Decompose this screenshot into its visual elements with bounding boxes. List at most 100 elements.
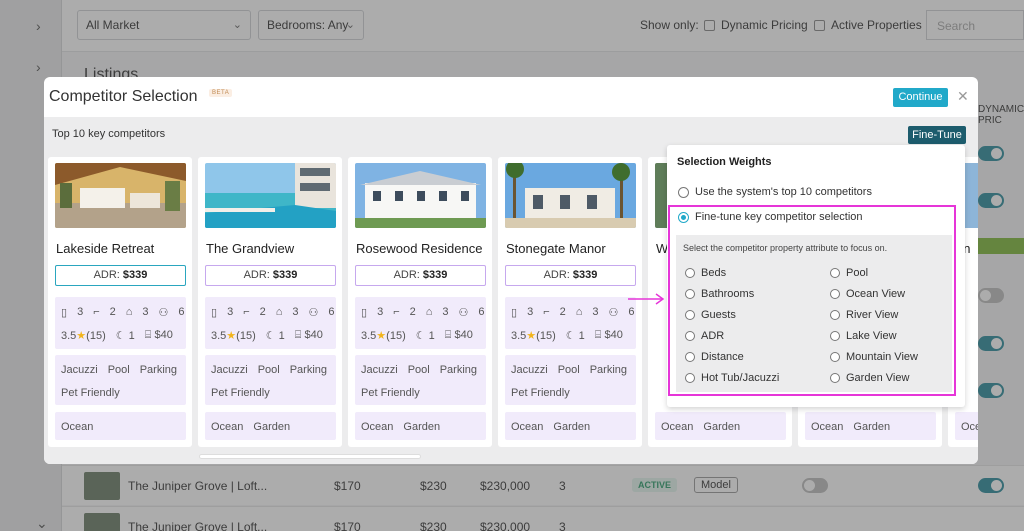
attribute-option-hot-tub[interactable]: Hot Tub/Jacuzzi	[685, 372, 779, 384]
attribute-option-adr[interactable]: ADR	[685, 330, 724, 342]
selection-weights-panel: Selection Weights Use the system's top 1…	[667, 145, 965, 407]
bedroom-icon: ⌂	[425, 306, 433, 318]
modal-header: Competitor Selection BETA Continue ✕	[44, 77, 978, 117]
views: Oce	[955, 412, 978, 440]
competitors-subtitle: Top 10 key competitors	[52, 128, 166, 140]
star-icon: ★	[226, 330, 237, 342]
moon-icon: ☾	[115, 330, 126, 342]
property-image	[505, 163, 636, 228]
adr-box: ADR: $339	[205, 265, 336, 286]
fee-icon: ⌸	[294, 329, 302, 341]
selection-weights-title: Selection Weights	[677, 156, 772, 168]
property-name: Rosewood Residence	[356, 241, 483, 256]
adr-box: ADR: $339	[505, 265, 636, 286]
adr-box: ADR: $339	[55, 265, 186, 286]
fee-icon: ⌸	[594, 329, 602, 341]
continue-button[interactable]: Continue	[893, 88, 948, 107]
radio-icon[interactable]	[830, 331, 840, 341]
radio-icon[interactable]	[685, 331, 695, 341]
amenities: Jacuzzi Pool Parking Pet Friendly	[55, 355, 186, 405]
radio-icon[interactable]	[678, 186, 689, 198]
property-image	[55, 163, 186, 228]
attribute-option-bathrooms[interactable]: Bathrooms	[685, 288, 754, 300]
attribute-option-beds[interactable]: Beds	[685, 267, 726, 279]
radio-icon[interactable]	[685, 268, 695, 278]
radio-icon[interactable]	[685, 289, 695, 299]
bath-icon: ⌐	[543, 306, 550, 318]
modal-title: Competitor Selection	[49, 88, 198, 105]
bed-icon: ▯	[361, 307, 368, 319]
views: Ocean Garden	[505, 412, 636, 440]
close-icon[interactable]: ✕	[957, 88, 969, 105]
attribute-option-mountain-view[interactable]: Mountain View	[830, 351, 918, 363]
views: Ocean Garden	[355, 412, 486, 440]
radio-icon[interactable]	[685, 373, 695, 383]
property-name: Lakeside Retreat	[56, 241, 155, 256]
bath-icon: ⌐	[393, 306, 400, 318]
attribute-option-distance[interactable]: Distance	[685, 351, 744, 363]
attribute-option-guests[interactable]: Guests	[685, 309, 736, 321]
moon-icon: ☾	[265, 330, 276, 342]
competitor-card[interactable]: The Grandview ADR: $339 ▯ 3 ⌐ 2 ⌂ 3 ⚇ 6 3.5★(15…	[198, 157, 342, 447]
beta-badge: BETA	[209, 89, 233, 97]
amenities: Jacuzzi Pool Parking Pet Friendly	[205, 355, 336, 405]
attribute-option-pool[interactable]: Pool	[830, 267, 868, 279]
property-name: Stonegate Manor	[506, 241, 606, 256]
radio-selected-icon[interactable]	[678, 211, 689, 223]
competitor-card[interactable]: Lakeside Retreat ADR: $339 ▯ 3 ⌐ 2 ⌂ 3 ⚇ 6 3.5★…	[48, 157, 192, 447]
adr-box: ADR: $339	[355, 265, 486, 286]
property-image	[355, 163, 486, 228]
radio-icon[interactable]	[685, 310, 695, 320]
star-icon: ★	[376, 330, 387, 342]
guests-icon: ⚇	[158, 307, 169, 319]
bed-icon: ▯	[61, 307, 68, 319]
bedroom-icon: ⌂	[575, 306, 583, 318]
bedroom-icon: ⌂	[275, 306, 283, 318]
bed-icon: ▯	[211, 307, 218, 319]
amenities: Jacuzzi Pool Parking Pet Friendly	[355, 355, 486, 405]
views: Ocean Garden	[655, 412, 786, 440]
property-stats: ▯ 3 ⌐ 2 ⌂ 3 ⚇ 6 3.5★(15) ☾ 1 ⌸ $40	[355, 297, 486, 349]
fee-icon: ⌸	[144, 329, 152, 341]
radio-icon[interactable]	[830, 268, 840, 278]
moon-icon: ☾	[565, 330, 576, 342]
competitor-card[interactable]: Stonegate Manor ADR: $339 ▯ 3 ⌐ 2 ⌂ 3 ⚇ 6 3.5★(…	[498, 157, 642, 447]
property-stats: ▯ 3 ⌐ 2 ⌂ 3 ⚇ 6 3.5★(15) ☾ 1 ⌸ $40	[505, 297, 636, 349]
bedroom-icon: ⌂	[125, 306, 133, 318]
attribute-option-river-view[interactable]: River View	[830, 309, 898, 321]
views: Ocean Garden	[205, 412, 336, 440]
radio-icon[interactable]	[830, 352, 840, 362]
guests-icon: ⚇	[308, 307, 319, 319]
attribute-option-garden-view[interactable]: Garden View	[830, 372, 909, 384]
fee-icon: ⌸	[444, 329, 452, 341]
amenities: Jacuzzi Pool Parking Pet Friendly	[505, 355, 636, 405]
attribute-option-lake-view[interactable]: Lake View	[830, 330, 897, 342]
guests-icon: ⚇	[458, 307, 469, 319]
property-stats: ▯ 3 ⌐ 2 ⌂ 3 ⚇ 6 3.5★(15) ☾ 1 ⌸ $40	[205, 297, 336, 349]
attribute-option-ocean-view[interactable]: Ocean View	[830, 288, 905, 300]
horizontal-scrollbar[interactable]	[199, 454, 421, 459]
attribute-selection: Select the competitor property attribute…	[676, 235, 952, 392]
views: Ocean	[55, 412, 186, 440]
focus-instruction: Select the competitor property attribute…	[683, 243, 888, 253]
star-icon: ★	[76, 330, 87, 342]
fine-tune-option[interactable]: Fine-tune key competitor selection	[678, 211, 863, 223]
bath-icon: ⌐	[243, 306, 250, 318]
competitor-card[interactable]: Rosewood Residence ADR: $339 ▯ 3 ⌐ 2 ⌂ 3 ⚇ 6 3.…	[348, 157, 492, 447]
property-name: The Grandview	[206, 241, 295, 256]
bed-icon: ▯	[511, 307, 518, 319]
radio-icon[interactable]	[830, 373, 840, 383]
star-icon: ★	[526, 330, 537, 342]
arrow-right-icon	[628, 293, 665, 305]
property-stats: ▯ 3 ⌐ 2 ⌂ 3 ⚇ 6 3.5★(15) ☾ 1 ⌸ $40	[55, 297, 186, 349]
fine-tune-button[interactable]: Fine-Tune	[908, 126, 966, 144]
bath-icon: ⌐	[93, 306, 100, 318]
radio-icon[interactable]	[830, 289, 840, 299]
guests-icon: ⚇	[608, 307, 619, 319]
moon-icon: ☾	[415, 330, 426, 342]
property-image	[205, 163, 336, 228]
views: Ocean Garden	[805, 412, 936, 440]
radio-icon[interactable]	[685, 352, 695, 362]
system-top10-option[interactable]: Use the system's top 10 competitors	[678, 186, 872, 198]
radio-icon[interactable]	[830, 310, 840, 320]
